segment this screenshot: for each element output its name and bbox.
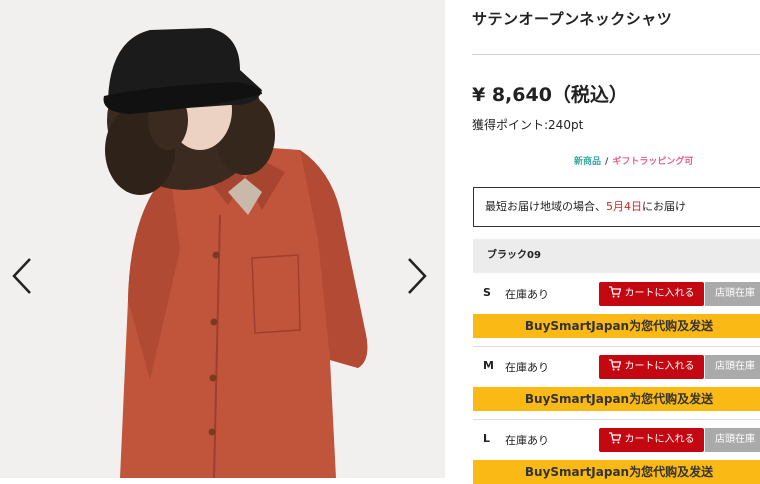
size-label: L (483, 432, 491, 445)
row-divider (473, 346, 760, 347)
add-to-cart-label: カートに入れる (624, 288, 695, 299)
buysmartjapan-button[interactable]: BuySmartJapan为您代购及发送 (473, 314, 760, 338)
size-label: M (483, 359, 494, 372)
store-stock-button[interactable]: 店頭在庫 (705, 282, 760, 306)
model-photo (0, 0, 445, 478)
tag-separator: / (605, 157, 609, 167)
size-row-l: L 在庫あり カートに入れる 店頭在庫 (473, 428, 760, 452)
prev-image-button[interactable] (10, 256, 36, 296)
tag-new[interactable]: 新商品 (574, 157, 601, 167)
delivery-notice: 最短お届け地域の場合、5月4日にお届け (473, 187, 760, 227)
stock-status: 在庫あり (505, 434, 549, 447)
cart-icon (608, 432, 621, 444)
delivery-prefix: 最短お届け地域の場合、 (485, 200, 606, 213)
product-info: サテンオープンネックシャツ ¥ 8,640（税込） 獲得ポイント:240pt 新… (472, 0, 760, 484)
row-divider (473, 419, 760, 420)
size-label: S (483, 286, 491, 299)
stock-status: 在庫あり (505, 288, 549, 301)
stock-status: 在庫あり (505, 361, 549, 374)
next-image-button[interactable] (403, 256, 429, 296)
chevron-right-icon (408, 258, 427, 294)
size-row-s: S 在庫あり カートに入れる 店頭在庫 (473, 282, 760, 306)
buysmartjapan-button[interactable]: BuySmartJapan为您代购及发送 (473, 387, 760, 411)
add-to-cart-label: カートに入れる (624, 434, 695, 445)
cart-icon (608, 359, 621, 371)
product-price: ¥ 8,640（税込） (472, 84, 628, 106)
buysmartjapan-button[interactable]: BuySmartJapan为您代购及发送 (473, 460, 760, 484)
cart-icon (608, 286, 621, 298)
color-label: ブラック09 (473, 239, 760, 273)
delivery-suffix: にお届け (642, 200, 686, 213)
store-stock-button[interactable]: 店頭在庫 (705, 428, 760, 452)
add-to-cart-label: カートに入れる (624, 361, 695, 372)
store-stock-button[interactable]: 店頭在庫 (705, 355, 760, 379)
title-divider (472, 54, 760, 55)
product-image (0, 0, 445, 478)
add-to-cart-button[interactable]: カートに入れる (599, 428, 704, 452)
reward-points: 獲得ポイント:240pt (472, 118, 584, 132)
product-tags: 新商品 / ギフトラッピング可 (574, 154, 693, 167)
size-row-m: M 在庫あり カートに入れる 店頭在庫 (473, 355, 760, 379)
product-title: サテンオープンネックシャツ (472, 10, 673, 28)
add-to-cart-button[interactable]: カートに入れる (599, 282, 704, 306)
chevron-left-icon (12, 258, 31, 294)
delivery-date: 5月4日 (606, 200, 642, 213)
add-to-cart-button[interactable]: カートに入れる (599, 355, 704, 379)
tag-gift-wrapping[interactable]: ギフトラッピング可 (612, 157, 693, 167)
